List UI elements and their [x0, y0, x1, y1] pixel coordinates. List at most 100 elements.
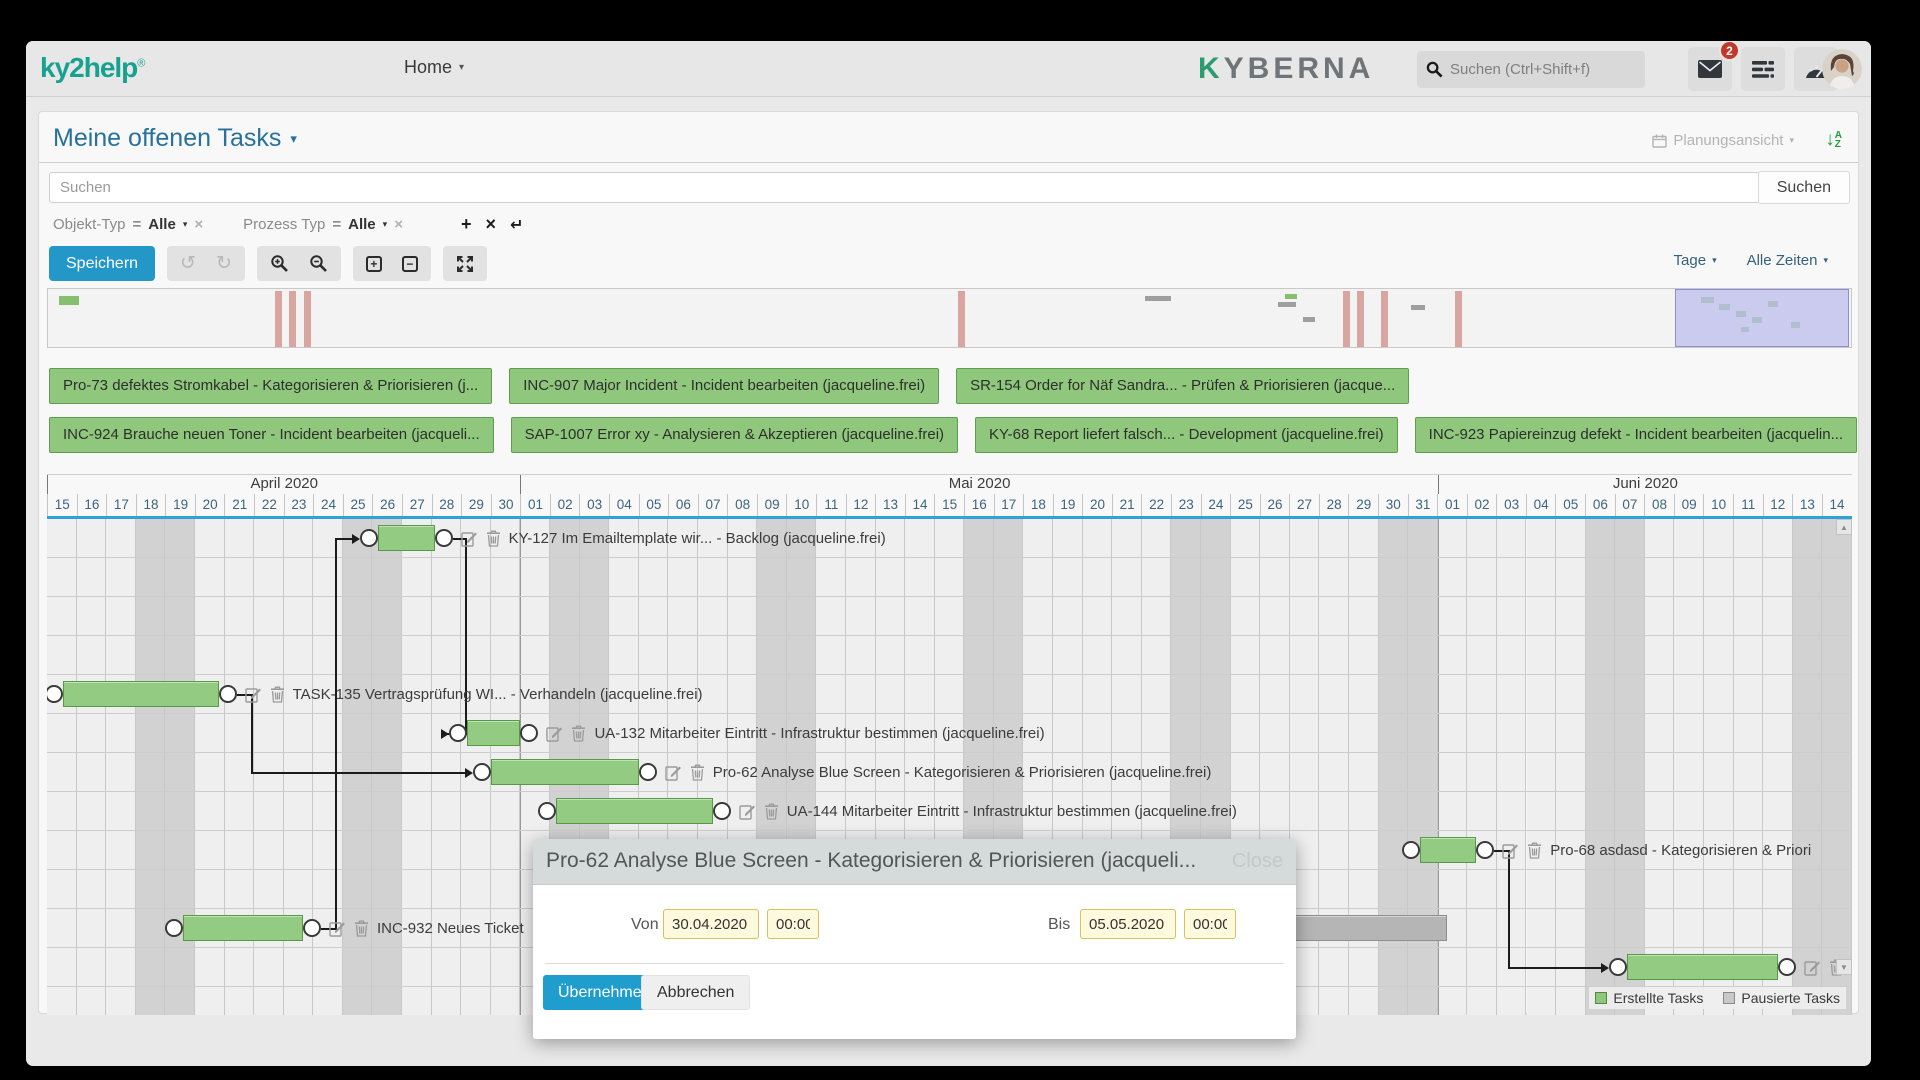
delete-icon[interactable]: [270, 686, 285, 703]
day-header-cell: 21: [224, 494, 254, 516]
overview-mark: [289, 291, 296, 347]
delete-icon[interactable]: [1527, 842, 1542, 859]
day-header-cell: 09: [757, 494, 787, 516]
clear-filters-icon[interactable]: ×: [485, 214, 496, 235]
edit-icon[interactable]: [329, 920, 346, 937]
from-time-input[interactable]: [767, 909, 819, 939]
edit-icon[interactable]: [1502, 842, 1519, 859]
gantt-bar-Pro-62[interactable]: [491, 759, 639, 785]
delete-icon[interactable]: [486, 530, 501, 547]
messages-button[interactable]: 2: [1688, 47, 1732, 91]
day-header-cell: 16: [77, 494, 107, 516]
grid-row-line: [47, 558, 1852, 597]
delete-icon[interactable]: [354, 920, 369, 937]
history-group: ↺ ↻: [167, 246, 245, 281]
filter-value-dropdown[interactable]: Alle: [148, 216, 176, 233]
edit-icon[interactable]: [546, 725, 563, 742]
undo-button[interactable]: ↺: [180, 252, 196, 275]
edit-icon[interactable]: [739, 803, 756, 820]
task-search-input[interactable]: [49, 172, 1761, 203]
day-header-cell: 28: [432, 494, 462, 516]
to-time-input[interactable]: [1184, 909, 1236, 939]
link-handle-start[interactable]: [1402, 841, 1420, 859]
unscheduled-task-chips: Pro-73 defektes Stromkabel - Kategorisie…: [49, 368, 1857, 466]
day-header-cell: 20: [1082, 494, 1112, 516]
edit-icon[interactable]: [1804, 959, 1821, 976]
user-avatar[interactable]: [1822, 49, 1862, 89]
link-handle-end[interactable]: [435, 529, 453, 547]
overview-viewport-window[interactable]: [1675, 289, 1849, 347]
gantt-bar-INC-932[interactable]: [183, 915, 303, 941]
add-filter-icon[interactable]: +: [461, 214, 472, 235]
chevron-down-icon[interactable]: ▾: [383, 219, 388, 230]
link-handle-end[interactable]: [713, 802, 731, 820]
day-header-cell: 07: [1615, 494, 1645, 516]
day-header-cell: 08: [727, 494, 757, 516]
link-handle-start[interactable]: [1609, 958, 1627, 976]
divider: [545, 963, 1284, 964]
link-handle-end[interactable]: [219, 685, 237, 703]
day-header-cell: 08: [1644, 494, 1674, 516]
page-title-dropdown[interactable]: Meine offenen Tasks ▾: [53, 124, 297, 153]
search-button[interactable]: Suchen: [1758, 171, 1850, 204]
save-button[interactable]: Speichern: [49, 246, 155, 281]
task-chip[interactable]: INC-923 Papiereinzug defekt - Incident b…: [1415, 417, 1857, 453]
task-list-button[interactable]: [1741, 47, 1785, 91]
remove-filter-icon[interactable]: ×: [194, 216, 203, 233]
redo-button[interactable]: ↻: [216, 252, 232, 275]
link-handle-end[interactable]: [303, 919, 321, 937]
dialog-title: Pro-62 Analyse Blue Screen - Kategorisie…: [546, 849, 1196, 873]
ky2help-logo[interactable]: ky2help®: [40, 52, 144, 84]
from-date-input[interactable]: [663, 909, 759, 939]
expand-all-button[interactable]: +: [366, 256, 382, 272]
day-header-cell: 22: [1141, 494, 1171, 516]
day-header-cell: 22: [254, 494, 284, 516]
delete-icon[interactable]: [764, 803, 779, 820]
link-handle-end[interactable]: [639, 763, 657, 781]
task-chip[interactable]: SAP-1007 Error xy - Analysieren & Akzept…: [511, 417, 958, 453]
scroll-down-button[interactable]: ▼: [1836, 959, 1852, 975]
delete-icon[interactable]: [690, 764, 705, 781]
time-range-dropdown[interactable]: Alle Zeiten ▾: [1747, 252, 1828, 269]
task-chip[interactable]: INC-924 Brauche neuen Toner - Incident b…: [49, 417, 494, 453]
edit-icon[interactable]: [461, 530, 478, 547]
link-handle-start[interactable]: [538, 802, 556, 820]
task-chip[interactable]: INC-907 Major Incident - Incident bearbe…: [509, 368, 939, 404]
page-title: Meine offenen Tasks: [53, 124, 281, 153]
scroll-up-button[interactable]: ▲: [1836, 519, 1852, 535]
link-handle-end[interactable]: [1778, 958, 1796, 976]
edit-icon[interactable]: [245, 686, 262, 703]
link-handle-start[interactable]: [473, 763, 491, 781]
planning-view-dropdown[interactable]: Planungsansicht ▾: [1652, 132, 1794, 149]
zoom-out-button[interactable]: [309, 254, 328, 273]
gantt-bar-KY-127[interactable]: [378, 525, 434, 551]
gantt-bar-TASK-135[interactable]: [63, 681, 218, 707]
filter-value-dropdown[interactable]: Alle: [348, 216, 376, 233]
to-date-input[interactable]: [1080, 909, 1176, 939]
zoom-in-button[interactable]: [270, 254, 289, 273]
close-button[interactable]: Close: [1232, 850, 1283, 873]
collapse-all-button[interactable]: −: [402, 256, 418, 272]
nav-home-menu[interactable]: Home ▾: [404, 57, 464, 78]
global-search-input[interactable]: [1450, 61, 1636, 78]
fullscreen-icon[interactable]: [456, 255, 474, 273]
task-chip[interactable]: Pro-73 defektes Stromkabel - Kategorisie…: [49, 368, 492, 404]
sort-az-button[interactable]: ↓ AZ: [1825, 129, 1842, 151]
gantt-bar-UA-132[interactable]: [467, 720, 520, 746]
remove-filter-icon[interactable]: ×: [394, 216, 403, 233]
cancel-button[interactable]: Abbrechen: [641, 975, 750, 1010]
link-handle-start[interactable]: [165, 919, 183, 937]
gantt-bar-UA-144[interactable]: [556, 798, 713, 824]
task-chip[interactable]: KY-68 Report liefert falsch... - Develop…: [975, 417, 1398, 453]
delete-icon[interactable]: [571, 725, 586, 742]
edit-icon[interactable]: [665, 764, 682, 781]
task-chip[interactable]: SR-154 Order for Näf Sandra... - Prüfen …: [956, 368, 1409, 404]
timeline-overview-strip[interactable]: [47, 288, 1852, 348]
chevron-down-icon[interactable]: ▾: [183, 219, 188, 230]
top-bar: ky2help® Home ▾ KYBERNA 2: [26, 41, 1871, 97]
chevron-down-icon: ▾: [459, 62, 464, 73]
zoom-unit-dropdown[interactable]: Tage ▾: [1674, 252, 1717, 269]
gantt-bar-Pro-68[interactable]: [1420, 837, 1476, 863]
apply-filters-icon[interactable]: ↵: [510, 215, 523, 235]
gantt-bar-BOTTOM-1[interactable]: [1627, 954, 1778, 980]
